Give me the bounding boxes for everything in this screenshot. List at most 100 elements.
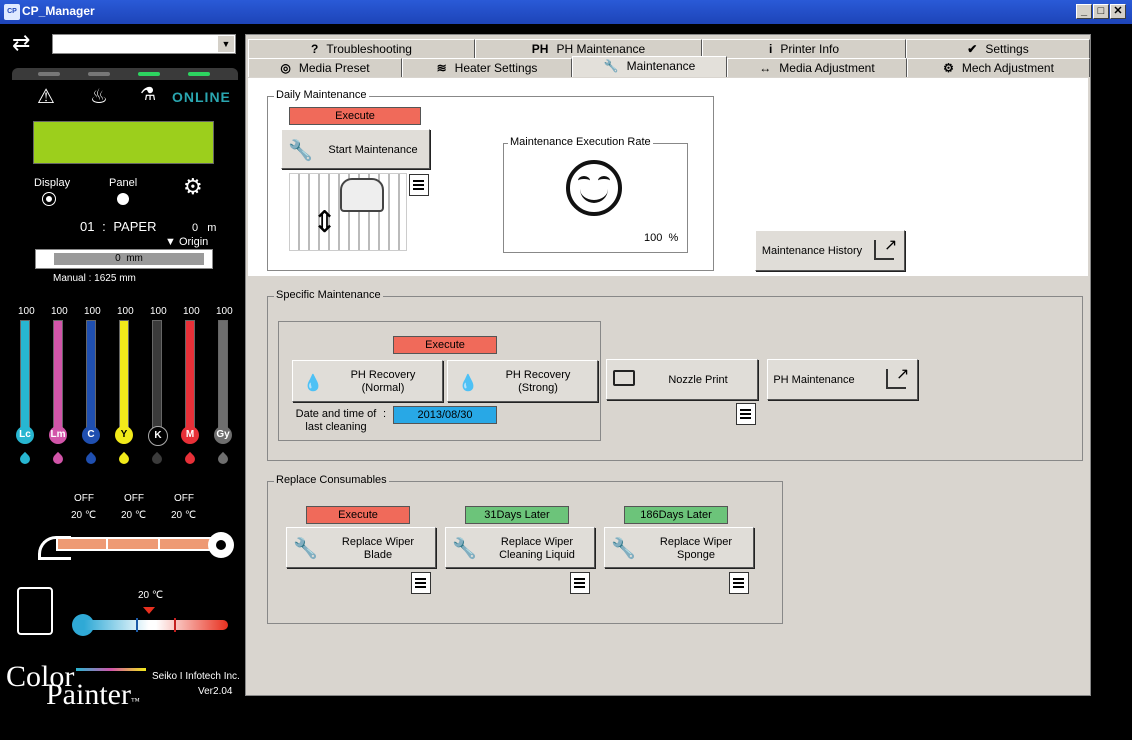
ph-recovery-normal-button[interactable]: 💧 PH Recovery (Normal) <box>292 360 443 402</box>
media-name: PAPER <box>113 219 157 234</box>
origin-value: 0 <box>115 253 121 264</box>
printer-select[interactable]: ▼ <box>52 34 236 54</box>
start-maintenance-button[interactable]: 🔧 Start Maintenance <box>281 129 430 169</box>
heater-icon: ♨ <box>90 86 108 108</box>
manual-info: Manual : 1625 mm <box>53 273 136 284</box>
title-bar: CP CP_Manager _ □ ✕ <box>0 0 1132 24</box>
tab-media-adjustment[interactable]: ↔ Media Adjustment <box>727 58 907 77</box>
panel-settings-icon[interactable]: ⚙ <box>183 174 203 200</box>
ink-drop-icon <box>182 451 198 467</box>
tab-label: Mech Adjustment <box>961 61 1054 75</box>
ph-maintenance-button[interactable]: PH Maintenance ↗ <box>767 359 918 400</box>
ph-recovery-strong-line2: (Strong) <box>518 382 558 394</box>
heater-temp: 20 ℃ <box>71 510 97 521</box>
panel-radio[interactable] <box>117 193 129 205</box>
window-title: CP_Manager <box>22 4 95 18</box>
daily-maintenance-group: Daily Maintenance Execute 🔧 Start Mainte… <box>267 89 714 271</box>
ink-bar-y <box>119 320 129 430</box>
tab-label: PH Maintenance <box>556 42 646 56</box>
swap-icon[interactable]: ⇄ <box>12 32 30 54</box>
ink-code-gy: Gy <box>214 426 232 444</box>
last-cleaning-colon: : <box>383 408 387 420</box>
manual-value: 1625 <box>94 273 117 284</box>
tools-icon: 🔧 <box>452 538 477 560</box>
maintenance-history-button[interactable]: Maintenance History ↗ <box>755 230 905 271</box>
consumable-doc-icon[interactable] <box>729 572 749 594</box>
maximize-button[interactable]: □ <box>1093 4 1109 19</box>
colorpainter-logo: Color Painter™ <box>6 662 146 710</box>
display-radio[interactable] <box>43 193 55 205</box>
ink-drop-icon <box>215 451 231 467</box>
last-cleaning-label: Date and time of last cleaning <box>291 408 381 434</box>
origin-bar: 0 mm <box>35 249 213 269</box>
version: Ver2.04 <box>198 686 233 697</box>
tab-icon: ◎ <box>280 61 291 75</box>
display-label: Display <box>34 177 71 189</box>
consumable-label: Cleaning Liquid <box>499 549 575 561</box>
tab-mech-adjustment[interactable]: ⚙ Mech Adjustment <box>907 58 1090 77</box>
heater-state: OFF <box>124 493 144 504</box>
app-icon: CP <box>4 4 20 20</box>
consumable-doc-icon[interactable] <box>411 572 431 594</box>
consumable-status: 31Days Later <box>465 506 569 524</box>
media-length: 0 m <box>192 222 216 234</box>
consumable-doc-icon[interactable] <box>570 572 590 594</box>
tab-settings[interactable]: ✔ Settings <box>906 39 1090 58</box>
printer-icon <box>613 370 635 386</box>
replace-consumable-button[interactable]: 🔧 Replace Wiper Sponge <box>604 527 754 568</box>
tab-label: Media Adjustment <box>779 61 875 75</box>
waste-tank-icon <box>17 587 53 635</box>
tab-troubleshooting[interactable]: ? Troubleshooting <box>248 39 475 58</box>
temp-marker <box>143 607 155 614</box>
close-button[interactable]: ✕ <box>1110 4 1126 19</box>
company-name: Seiko I Infotech Inc. <box>152 671 240 682</box>
replace-consumable-button[interactable]: 🔧 Replace Wiper Blade <box>286 527 436 568</box>
panel-label: Panel <box>109 177 138 189</box>
tab-printer-info[interactable]: i Printer Info <box>702 39 906 58</box>
ink-drop-icon <box>149 451 165 467</box>
tab-media-preset[interactable]: ◎ Media Preset <box>248 58 402 77</box>
consumable-label: Replace Wiper <box>500 536 574 548</box>
ink-bar-gy <box>218 320 228 430</box>
origin-label: ▼ Origin <box>165 236 209 248</box>
ink-drop-icon: 💧 <box>458 375 478 392</box>
ink-level-m: 100 <box>183 306 200 317</box>
tab-label: Media Preset <box>298 61 370 75</box>
nozzle-doc-icon[interactable] <box>736 403 756 425</box>
tab-icon: ? <box>311 42 319 56</box>
ink-code-c: C <box>82 426 100 444</box>
consumable-label: Blade <box>363 549 393 561</box>
ph-recovery-normal-line2: (Normal) <box>361 382 405 394</box>
consumable-status: 186Days Later <box>624 506 728 524</box>
ink-drop-icon <box>116 451 132 467</box>
ink-code-k: K <box>148 426 168 446</box>
daily-legend: Daily Maintenance <box>274 89 369 101</box>
ink-level-lm: 100 <box>51 306 68 317</box>
ink-bar-c <box>86 320 96 430</box>
tools-icon: 🔧 <box>288 140 313 162</box>
chevron-down-icon[interactable]: ▼ <box>218 36 234 52</box>
tab-icon: 🔧 <box>603 59 619 73</box>
tools-icon: 🔧 <box>611 538 636 560</box>
ph-recovery-strong-line1: PH Recovery <box>505 369 571 381</box>
replace-consumable-button[interactable]: 🔧 Replace Wiper Cleaning Liquid <box>445 527 595 568</box>
lcd-display <box>33 121 214 164</box>
minimize-button[interactable]: _ <box>1076 4 1092 19</box>
main-panel: ? Troubleshooting PH PH Maintenance i Printer… <box>245 34 1091 696</box>
rate-number: 100 <box>644 232 663 244</box>
execution-rate-label: Maintenance Execution Rate <box>508 136 653 148</box>
maintenance-content: Daily Maintenance Execute 🔧 Start Mainte… <box>248 78 1088 693</box>
consumable-label: Replace Wiper <box>659 536 733 548</box>
ph-recovery-strong-button[interactable]: 💧 PH Recovery (Strong) <box>447 360 598 402</box>
specific-maintenance-group: Specific Maintenance Execute 💧 PH Recove… <box>267 289 1083 461</box>
ink-bar-m <box>185 320 195 430</box>
tab-heater-settings[interactable]: ≋ Heater Settings <box>402 58 572 77</box>
daily-doc-icon[interactable] <box>409 174 429 196</box>
ink-drop-icon: 💧 <box>303 375 323 392</box>
tab-maintenance[interactable]: 🔧 Maintenance <box>572 56 727 77</box>
media-slot: 01 <box>80 219 95 234</box>
ink-level-k: 100 <box>150 306 167 317</box>
nozzle-print-button[interactable]: Nozzle Print <box>606 359 758 400</box>
consumable-status: Execute <box>306 506 410 524</box>
execution-rate-value: 100 % <box>644 232 678 244</box>
